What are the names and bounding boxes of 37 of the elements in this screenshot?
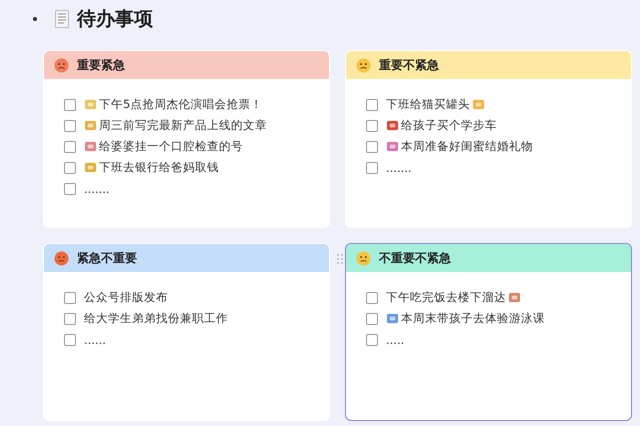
quadrant-title: 紧急不重要 [77,250,137,266]
task-text: 下午吃完饭去楼下溜达 [386,290,506,305]
checkbox[interactable] [366,140,378,152]
task-text: 给孩子买个学步车 [401,118,497,133]
task-text: ....... [84,182,110,196]
checkbox[interactable] [64,334,76,346]
task-text: 本周末带孩子去体验游泳课 [401,311,545,326]
task-text: 下班给猫买罐头 [386,97,470,112]
task-text: ....... [386,160,412,174]
checkbox[interactable] [366,312,378,324]
checkbox[interactable] [366,162,378,174]
checkbox[interactable] [64,162,76,174]
drag-handle-icon[interactable] [337,254,343,264]
checkbox[interactable] [64,292,76,304]
task-text: 下午5点抢周杰伦演唱会抢票！ [99,97,262,112]
checkbox[interactable] [366,334,378,346]
checkbox[interactable] [64,140,76,152]
checkbox[interactable] [366,98,378,110]
document-icon [55,10,69,28]
checkbox[interactable] [366,120,378,132]
checkbox[interactable] [64,312,76,324]
task-text: 本周准备好闺蜜结婚礼物 [401,139,533,154]
checkbox[interactable] [64,120,76,132]
quadrant-title: 重要不紧急 [379,56,439,74]
task-text: ..... [386,332,404,346]
task-text: 给婆婆挂一个口腔检查的号 [99,139,243,154]
task-text: 公众号排版发布 [84,290,168,305]
task-text: ...... [84,332,106,346]
task-text: 周三前写完最新产品上线的文章 [99,118,267,133]
quadrant-title: 不重要不紧急 [379,250,451,266]
checkbox[interactable] [366,292,378,304]
task-text: 给大学生弟弟找份兼职工作 [84,311,228,326]
page-title: 待办事项 [77,7,153,32]
task-text: 下班去银行给爸妈取钱 [99,160,219,175]
checkbox[interactable] [64,98,76,110]
quadrant-title: 重要紧急 [77,56,125,74]
checkbox[interactable] [64,182,76,194]
